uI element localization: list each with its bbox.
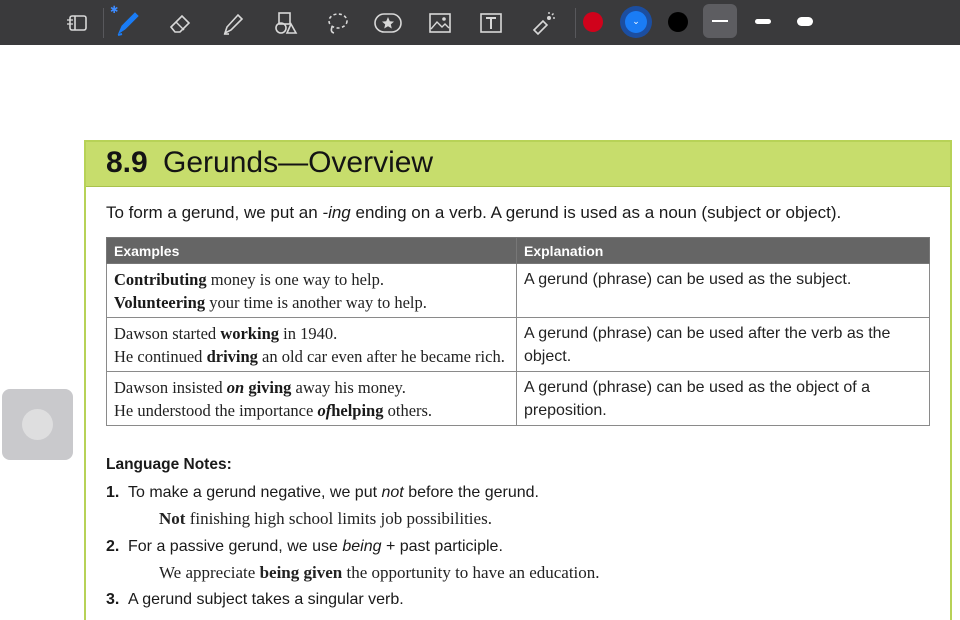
gerund-emphasis: on <box>226 378 245 397</box>
text-box-icon <box>480 13 502 33</box>
note-example-text: finishing high school limits job possibi… <box>185 509 492 528</box>
table-row: Contributing money is one way to help. Vo… <box>106 263 930 318</box>
intro-italic: -ing <box>322 203 351 222</box>
gerund-emphasis: driving <box>206 347 258 366</box>
explanation-cell: A gerund (phrase) can be used as the sub… <box>516 263 930 318</box>
stroke-medium-button[interactable] <box>746 4 780 38</box>
highlighter-tool-button[interactable] <box>216 6 250 40</box>
table-row: Dawson insisted on giving away his money… <box>106 371 930 426</box>
example-text: away his money. <box>291 378 406 397</box>
examples-cell: Dawson insisted on giving away his money… <box>106 371 517 426</box>
note-number: 1. <box>106 484 120 501</box>
intro-text: ending on a verb. A gerund is used as a … <box>350 203 842 222</box>
shapes-icon <box>275 12 298 34</box>
example-text: money is one way to help. <box>206 270 384 289</box>
lasso-tool-button[interactable] <box>320 6 354 40</box>
pen-icon <box>117 12 139 36</box>
explanation-cell: A gerund (phrase) can be used after the … <box>516 317 930 372</box>
laser-pointer-icon <box>532 12 555 36</box>
example-text: your time is another way to help. <box>205 293 427 312</box>
toolbar-separator <box>103 8 104 38</box>
intro-paragraph: To form a gerund, we put an -ing ending … <box>106 203 841 223</box>
intro-text: To form a gerund, we put an <box>106 203 323 222</box>
shapes-tool-button[interactable] <box>268 6 302 40</box>
note-example-bold: Not <box>159 509 186 528</box>
note-example-text: We appreciate <box>159 563 260 582</box>
stroke-thin-button[interactable] <box>703 4 737 38</box>
language-notes-title: Language Notes: <box>106 456 232 473</box>
example-line: He understood the importance ofhelping o… <box>114 399 509 422</box>
example-text: an old car even after he became rich. <box>257 347 505 366</box>
note-text: + past participle. <box>381 538 503 555</box>
note-italic: being <box>342 538 382 555</box>
toolbar-separator <box>575 8 576 38</box>
annotation-toolbar: ✱ ⌄ <box>0 0 960 45</box>
chevron-down-icon: ⌄ <box>625 11 647 33</box>
sticker-tool-button[interactable] <box>371 6 405 40</box>
note-example: We appreciate being given the opportunit… <box>159 563 600 583</box>
header-explanation: Explanation <box>516 237 930 264</box>
image-tool-button[interactable] <box>423 6 457 40</box>
note-example: Not finishing high school limits job pos… <box>159 509 492 529</box>
document-page: 8.9 Gerunds—Overview To form a gerund, w… <box>84 140 952 620</box>
assistive-touch-button[interactable] <box>2 389 73 460</box>
lasso-icon <box>328 13 348 34</box>
eraser-tool-button[interactable] <box>164 6 198 40</box>
example-text: Dawson started <box>114 324 221 343</box>
example-text: He understood the importance <box>114 401 318 420</box>
section-title: Gerunds—Overview <box>163 146 434 179</box>
highlighter-icon <box>223 13 244 35</box>
example-line: Volunteering your time is another way to… <box>114 291 509 314</box>
example-line: Dawson started working in 1940. <box>114 322 509 345</box>
note-number: 3. <box>106 591 120 608</box>
stroke-thick-icon <box>797 17 813 26</box>
example-line: He continued driving an old car even aft… <box>114 345 509 368</box>
note-item: 2. For a passive gerund, we use being + p… <box>106 538 503 556</box>
reader-toggle-button[interactable] <box>60 6 94 40</box>
text-tool-button[interactable] <box>474 6 508 40</box>
examples-cell: Contributing money is one way to help. Vo… <box>106 263 517 318</box>
example-text: Dawson insisted <box>114 378 227 397</box>
gerund-table: Examples Explanation Contributing money … <box>106 237 930 426</box>
example-line: Dawson insisted on giving away his money… <box>114 376 509 399</box>
note-italic: not <box>381 484 404 501</box>
assistive-touch-dot <box>22 409 53 440</box>
color-red-swatch[interactable] <box>583 12 603 32</box>
note-example-bold: being given <box>259 563 343 582</box>
example-text: in 1940. <box>279 324 338 343</box>
laser-tool-button[interactable] <box>526 6 560 40</box>
stroke-thick-button[interactable] <box>788 4 822 38</box>
star-sticker-icon <box>374 13 402 33</box>
note-item: 3. A gerund subject takes a singular verb… <box>106 591 404 609</box>
note-item: 1. To make a gerund negative, we put not … <box>106 484 539 502</box>
examples-cell: Dawson started working in 1940. He contin… <box>106 317 517 372</box>
sidebar-book-icon <box>67 15 87 31</box>
section-banner: 8.9 Gerunds—Overview <box>86 140 950 187</box>
section-number: 8.9 <box>106 146 148 179</box>
table-row: Dawson started working in 1940. He contin… <box>106 317 930 372</box>
pen-tool-button[interactable] <box>111 6 145 40</box>
note-text: For a passive gerund, we use <box>128 538 343 555</box>
explanation-cell: A gerund (phrase) can be used as the obj… <box>516 371 930 426</box>
header-examples: Examples <box>106 237 517 264</box>
example-text: He continued <box>114 347 207 366</box>
gerund-emphasis: of <box>317 401 332 420</box>
eraser-icon <box>169 14 191 33</box>
gerund-emphasis: helping <box>331 401 384 420</box>
example-text: others. <box>383 401 433 420</box>
stroke-medium-icon <box>755 19 771 24</box>
note-number: 2. <box>106 538 120 555</box>
note-example-text: the opportunity to have an education. <box>342 563 600 582</box>
color-black-swatch[interactable] <box>668 12 688 32</box>
gerund-emphasis: Contributing <box>114 270 207 289</box>
image-icon <box>429 13 451 33</box>
gerund-emphasis: working <box>220 324 279 343</box>
example-line: Contributing money is one way to help. <box>114 268 509 291</box>
gerund-emphasis: Volunteering <box>114 293 206 312</box>
color-blue-swatch-selected[interactable]: ⌄ <box>620 6 652 38</box>
gerund-emphasis: giving <box>248 378 292 397</box>
note-text: before the gerund. <box>403 484 539 501</box>
note-text: To make a gerund negative, we put <box>128 484 382 501</box>
stroke-thin-icon <box>712 20 728 22</box>
